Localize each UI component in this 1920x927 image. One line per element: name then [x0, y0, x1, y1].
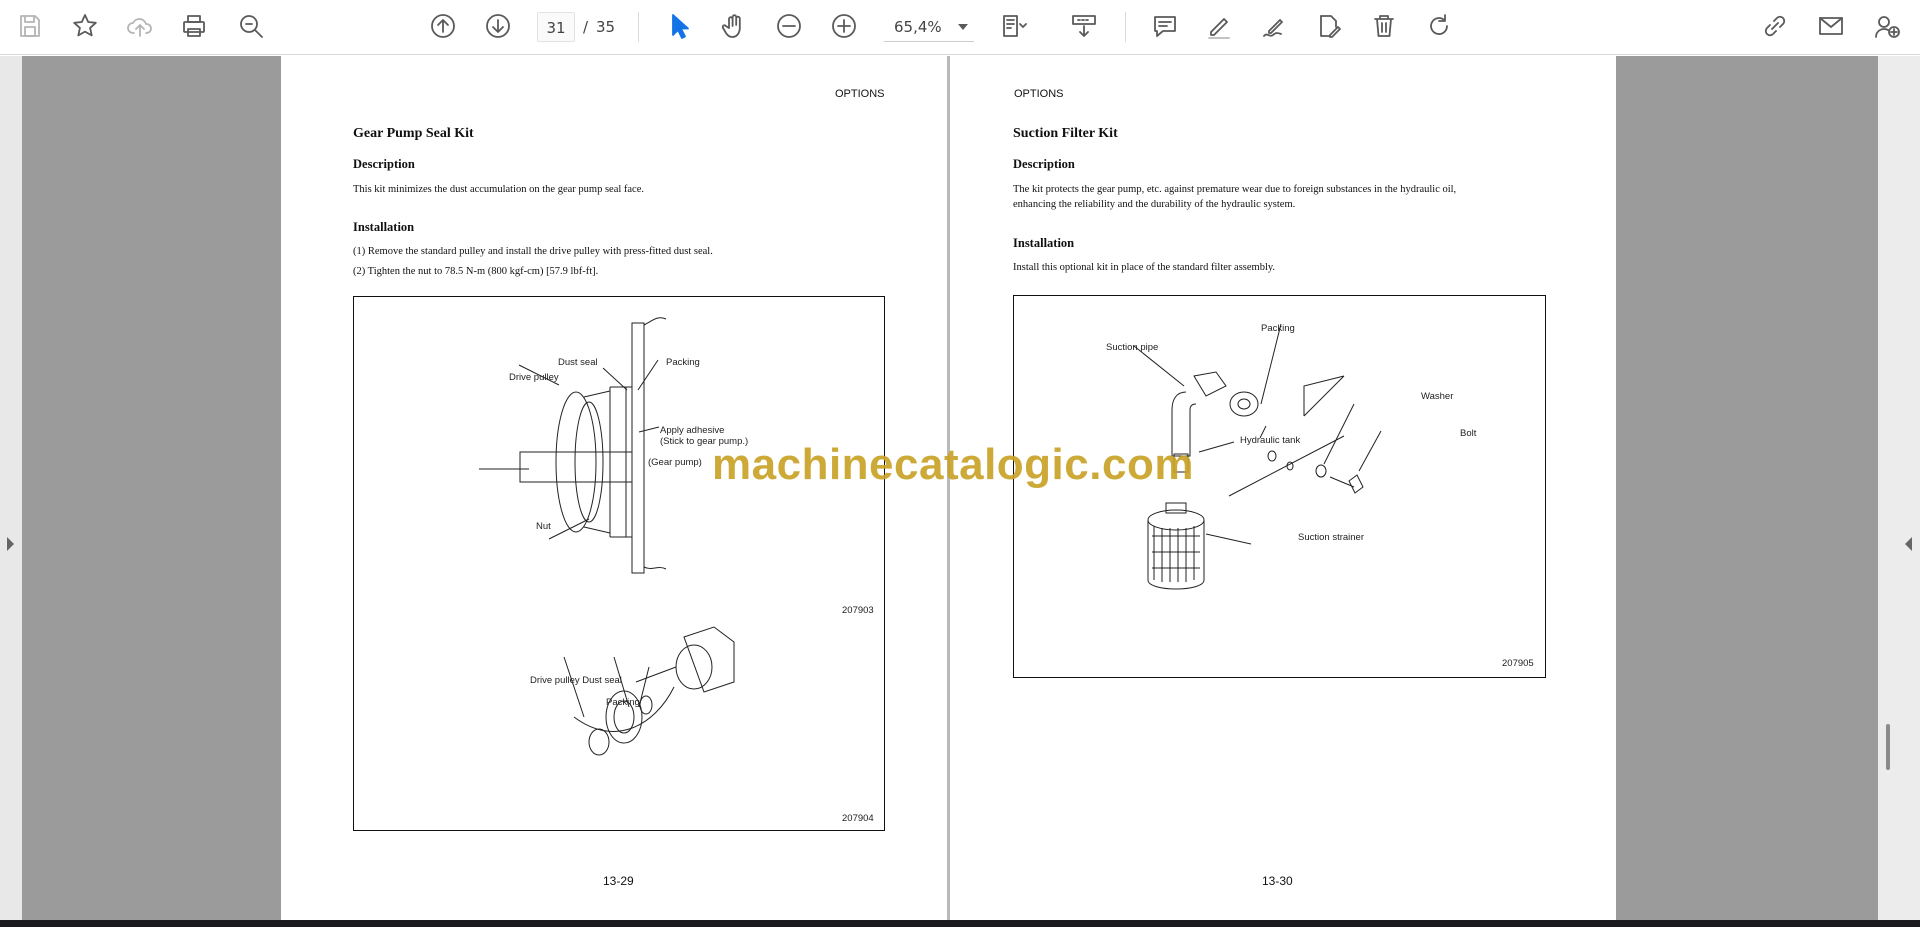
chevron-down-icon: [958, 24, 968, 30]
right-panel-toggle[interactable]: [1878, 56, 1920, 920]
pulley-diagram: [479, 317, 735, 756]
section-title: Suction Filter Kit: [1013, 126, 1118, 141]
zoom-level-select[interactable]: 65,4%: [884, 12, 974, 42]
zoom-in-icon[interactable]: [826, 8, 862, 44]
page-layout-icon[interactable]: [996, 8, 1032, 44]
watermark-text: machinecatalogic.com: [712, 440, 1194, 489]
label-drive-pulley: Drive pulley: [509, 372, 559, 383]
zoom-out-icon[interactable]: [771, 8, 807, 44]
label-washer: Washer: [1421, 391, 1454, 402]
scroll-mode-icon[interactable]: [1066, 8, 1102, 44]
figure-number: 207904: [842, 813, 874, 824]
label-drive-pulley-dust-seal: Drive pulley Dust seal: [530, 675, 622, 686]
zoom-search-icon[interactable]: [233, 8, 269, 44]
toolbar: 31 / 35 65,4%: [0, 0, 1920, 55]
description-text: The kit protects the gear pump, etc. aga…: [1013, 184, 1457, 195]
description-text: This kit minimizes the dust accumulation…: [353, 184, 645, 195]
label-suction-pipe: Suction pipe: [1106, 342, 1159, 353]
figure-number: 207903: [842, 605, 874, 616]
installation-heading: Installation: [1013, 236, 1075, 250]
label-suction-strainer: Suction strainer: [1298, 532, 1365, 543]
share-link-icon[interactable]: [1757, 8, 1793, 44]
highlight-pen-icon[interactable]: [1201, 8, 1237, 44]
figure-frame: Dust seal Packing Drive pulley Apply adh…: [353, 296, 885, 831]
label-packing: Packing: [606, 697, 640, 708]
label-apply-adhesive: Apply adhesive: [660, 425, 725, 436]
label-hydraulic-tank: Hydraulic tank: [1240, 435, 1301, 446]
select-cursor-icon[interactable]: [661, 8, 697, 44]
add-user-icon[interactable]: [1869, 8, 1905, 44]
toolbar-divider: [1125, 12, 1126, 42]
delete-icon[interactable]: [1366, 8, 1402, 44]
installation-heading: Installation: [353, 220, 415, 234]
description-heading: Description: [353, 157, 415, 171]
page-number-input[interactable]: 31: [537, 12, 575, 42]
installation-step: (1) Remove the standard pulley and insta…: [353, 246, 713, 257]
figure-number: 207905: [1502, 658, 1534, 669]
installation-text: Install this optional kit in place of th…: [1013, 262, 1276, 273]
description-text: enhancing the reliability and the durabi…: [1013, 199, 1296, 210]
expand-right-icon: [1905, 537, 1912, 551]
page-footer: 13-30: [1262, 874, 1293, 888]
email-icon[interactable]: [1813, 8, 1849, 44]
print-icon[interactable]: [176, 8, 212, 44]
page-header: OPTIONS: [835, 88, 885, 100]
label-packing: Packing: [1261, 323, 1295, 334]
label-bolt: Bolt: [1460, 428, 1477, 439]
section-title: Gear Pump Seal Kit: [353, 126, 474, 141]
bottom-bar: [0, 920, 1920, 927]
label-gear-pump: (Gear pump): [648, 457, 702, 468]
label-dust-seal: Dust seal: [558, 357, 598, 368]
hand-tool-icon[interactable]: [716, 8, 752, 44]
cloud-upload-icon[interactable]: [122, 8, 158, 44]
expand-left-icon: [7, 537, 14, 551]
zoom-level-value: 65,4%: [894, 18, 942, 36]
page-down-icon[interactable]: [480, 8, 516, 44]
label-packing: Packing: [666, 357, 700, 368]
page-header: OPTIONS: [1014, 88, 1064, 100]
rotate-icon[interactable]: [1421, 8, 1457, 44]
installation-step: (2) Tighten the nut to 78.5 N-m (800 kgf…: [353, 266, 599, 277]
page-footer: 13-29: [603, 874, 634, 888]
description-heading: Description: [1013, 157, 1075, 171]
total-pages: 35: [596, 18, 616, 36]
draw-icon[interactable]: [1256, 8, 1292, 44]
toolbar-divider: [638, 12, 639, 42]
left-panel-toggle[interactable]: [0, 56, 22, 920]
sign-icon[interactable]: [1311, 8, 1347, 44]
label-nut: Nut: [536, 521, 551, 532]
bookmark-star-icon[interactable]: [67, 8, 103, 44]
page-up-icon[interactable]: [425, 8, 461, 44]
vertical-scrollbar-thumb[interactable]: [1886, 724, 1890, 770]
save-icon[interactable]: [12, 8, 48, 44]
comment-icon[interactable]: [1147, 8, 1183, 44]
page-separator: /: [583, 18, 589, 36]
